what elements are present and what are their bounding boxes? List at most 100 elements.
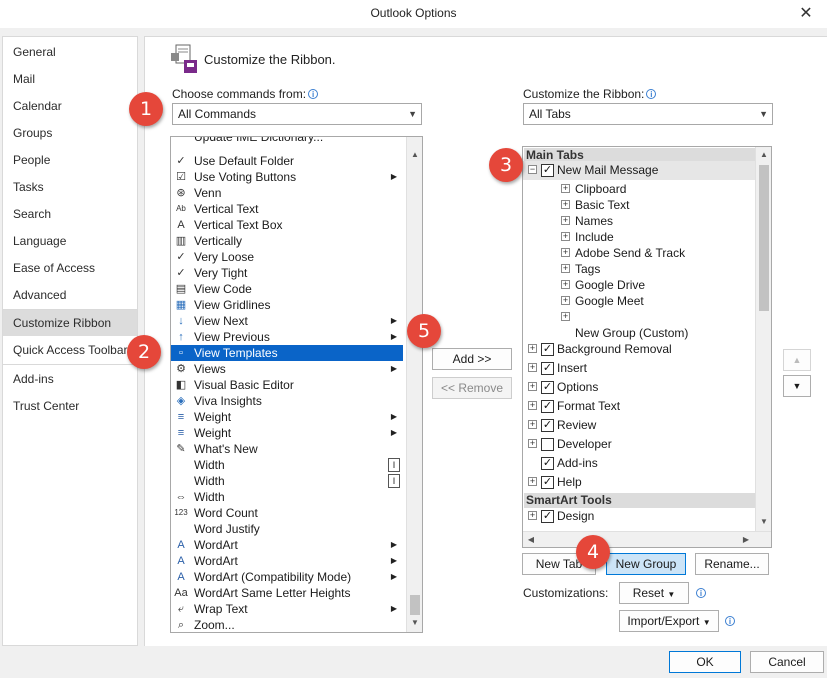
nav-item[interactable]: Tasks bbox=[3, 174, 137, 200]
list-item[interactable]: A Vertical Text Box bbox=[171, 217, 403, 233]
nav-item[interactable]: People bbox=[3, 147, 137, 173]
list-item[interactable]: ⊛ Venn bbox=[171, 185, 403, 201]
list-item[interactable]: Word Justify bbox=[171, 521, 403, 537]
expand-icon[interactable]: + bbox=[528, 511, 537, 520]
expand-icon[interactable]: + bbox=[561, 280, 570, 289]
nav-item[interactable]: Add-ins bbox=[3, 366, 137, 392]
checkbox-checked[interactable]: ✓ bbox=[541, 164, 554, 177]
tree-item[interactable]: + ✓ Format Text bbox=[523, 397, 755, 416]
list-item[interactable]: ✓ Use Default Folder bbox=[171, 153, 403, 169]
list-item[interactable]: Width I bbox=[171, 473, 403, 489]
tree-hscrollbar[interactable]: ◀ ▶ bbox=[523, 531, 771, 547]
collapse-icon[interactable]: − bbox=[528, 165, 537, 174]
nav-item[interactable]: Groups bbox=[3, 120, 137, 146]
move-down-button[interactable]: ▼ bbox=[783, 375, 811, 397]
list-item[interactable]: ✓ Very Tight bbox=[171, 265, 403, 281]
remove-button[interactable]: << Remove bbox=[432, 377, 512, 399]
list-item[interactable]: ✓ Very Loose bbox=[171, 249, 403, 265]
list-item[interactable]: A WordArt ▶ bbox=[171, 553, 403, 569]
expand-icon[interactable]: + bbox=[561, 216, 570, 225]
nav-item[interactable]: Advanced bbox=[3, 282, 137, 308]
nav-item[interactable]: General bbox=[3, 39, 137, 65]
list-item[interactable]: ⇔ Width bbox=[171, 489, 403, 505]
expand-icon[interactable]: + bbox=[561, 232, 570, 241]
tree-item[interactable]: − ✓ New Mail Message bbox=[523, 161, 755, 180]
ribbon-tabs-dropdown[interactable]: All Tabs ▼ bbox=[523, 103, 773, 125]
nav-item[interactable]: Customize Ribbon bbox=[3, 310, 137, 336]
list-item[interactable]: 123 Word Count bbox=[171, 505, 403, 521]
add-button[interactable]: Add >> bbox=[432, 348, 512, 370]
scroll-thumb[interactable] bbox=[410, 595, 420, 615]
tree-scrollbar[interactable]: ▲ ▼ bbox=[755, 147, 771, 531]
checkbox-unchecked[interactable] bbox=[541, 438, 554, 451]
nav-item[interactable]: Trust Center bbox=[3, 393, 137, 419]
list-item[interactable]: Width I bbox=[171, 457, 403, 473]
close-icon[interactable]: ✕ bbox=[795, 3, 817, 25]
expand-icon[interactable]: + bbox=[561, 312, 570, 321]
list-item[interactable]: ≡ Weight ▶ bbox=[171, 409, 403, 425]
tree-item[interactable]: + ✓ Options bbox=[523, 378, 755, 397]
list-item[interactable]: Aa WordArt Same Letter Heights bbox=[171, 585, 403, 601]
list-item[interactable]: ↓ View Next ▶ bbox=[171, 313, 403, 329]
checkbox-checked[interactable]: ✓ bbox=[541, 457, 554, 470]
scroll-left-icon[interactable]: ◀ bbox=[523, 532, 539, 547]
tree-item[interactable]: + Developer bbox=[523, 435, 755, 454]
expand-icon[interactable]: + bbox=[528, 363, 537, 372]
list-item[interactable]: ◧ Visual Basic Editor bbox=[171, 377, 403, 393]
checkbox-checked[interactable]: ✓ bbox=[541, 381, 554, 394]
nav-item[interactable]: Search bbox=[3, 201, 137, 227]
scroll-down-icon[interactable]: ▼ bbox=[407, 615, 422, 631]
expand-icon[interactable]: + bbox=[561, 296, 570, 305]
nav-item[interactable]: Mail bbox=[3, 66, 137, 92]
reset-dropdown-button[interactable]: Reset ▼ bbox=[619, 582, 689, 604]
list-item[interactable]: ▥ Vertically bbox=[171, 233, 403, 249]
list-item[interactable]: ▫ View Templates bbox=[171, 345, 403, 361]
scroll-thumb[interactable] bbox=[759, 165, 769, 311]
rename-button[interactable]: Rename... bbox=[695, 553, 769, 575]
expand-icon[interactable]: + bbox=[528, 382, 537, 391]
list-item[interactable]: ⚙ Views ▶ bbox=[171, 361, 403, 377]
list-item[interactable]: ▦ View Gridlines bbox=[171, 297, 403, 313]
nav-item[interactable]: Quick Access Toolbar bbox=[3, 337, 137, 363]
tree-item[interactable]: + ✓ Help bbox=[523, 473, 755, 492]
list-item[interactable]: ≡ Weight ▶ bbox=[171, 425, 403, 441]
import-export-dropdown-button[interactable]: Import/Export ▼ bbox=[619, 610, 719, 632]
commands-list[interactable]: Update IME Dictionary... ✓ Use Default Fo… bbox=[170, 136, 423, 633]
ok-button[interactable]: OK bbox=[669, 651, 741, 673]
expand-icon[interactable]: + bbox=[561, 184, 570, 193]
cancel-button[interactable]: Cancel bbox=[750, 651, 824, 673]
list-item[interactable]: ⤶ Wrap Text ▶ bbox=[171, 601, 403, 617]
new-group-button[interactable]: New Group bbox=[606, 553, 686, 575]
list-item[interactable]: ✎ What's New bbox=[171, 441, 403, 457]
nav-item[interactable]: Ease of Access bbox=[3, 255, 137, 281]
checkbox-checked[interactable]: ✓ bbox=[541, 419, 554, 432]
checkbox-checked[interactable]: ✓ bbox=[541, 510, 554, 523]
scroll-up-icon[interactable]: ▲ bbox=[756, 147, 771, 163]
tree-item[interactable]: + ✓ Insert bbox=[523, 359, 755, 378]
expand-icon[interactable]: + bbox=[528, 401, 537, 410]
tree-item[interactable]: + ✓ Background Removal bbox=[523, 340, 755, 359]
checkbox-checked[interactable]: ✓ bbox=[541, 343, 554, 356]
nav-item[interactable]: Calendar bbox=[3, 93, 137, 119]
ribbon-tree[interactable]: Main Tabs − ✓ New Mail Message + Clipboard + B… bbox=[522, 146, 772, 548]
scroll-right-icon[interactable]: ▶ bbox=[738, 532, 754, 547]
nav-item[interactable]: Language bbox=[3, 228, 137, 254]
expand-icon[interactable]: + bbox=[561, 200, 570, 209]
list-item[interactable]: ◈ Viva Insights bbox=[171, 393, 403, 409]
list-item[interactable]: Ab Vertical Text bbox=[171, 201, 403, 217]
checkbox-checked[interactable]: ✓ bbox=[541, 400, 554, 413]
expand-icon[interactable]: + bbox=[528, 477, 537, 486]
tree-item[interactable]: + ✓ Review bbox=[523, 416, 755, 435]
list-item[interactable]: ☑ Use Voting Buttons ▶ bbox=[171, 169, 403, 185]
scroll-up-icon[interactable]: ▲ bbox=[407, 147, 422, 163]
expand-icon[interactable]: + bbox=[528, 439, 537, 448]
expand-icon[interactable]: + bbox=[528, 344, 537, 353]
tree-item[interactable]: ✓ Add-ins bbox=[523, 454, 755, 473]
checkbox-checked[interactable]: ✓ bbox=[541, 476, 554, 489]
commands-source-dropdown[interactable]: All Commands ▼ bbox=[172, 103, 422, 125]
list-item-partial[interactable]: Update IME Dictionary... bbox=[171, 137, 403, 153]
tree-item[interactable]: + ✓ Design bbox=[523, 507, 755, 526]
list-item[interactable]: A WordArt (Compatibility Mode) ▶ bbox=[171, 569, 403, 585]
commands-scrollbar[interactable]: ▲ ▼ bbox=[406, 137, 422, 632]
list-item[interactable]: ↑ View Previous ▶ bbox=[171, 329, 403, 345]
